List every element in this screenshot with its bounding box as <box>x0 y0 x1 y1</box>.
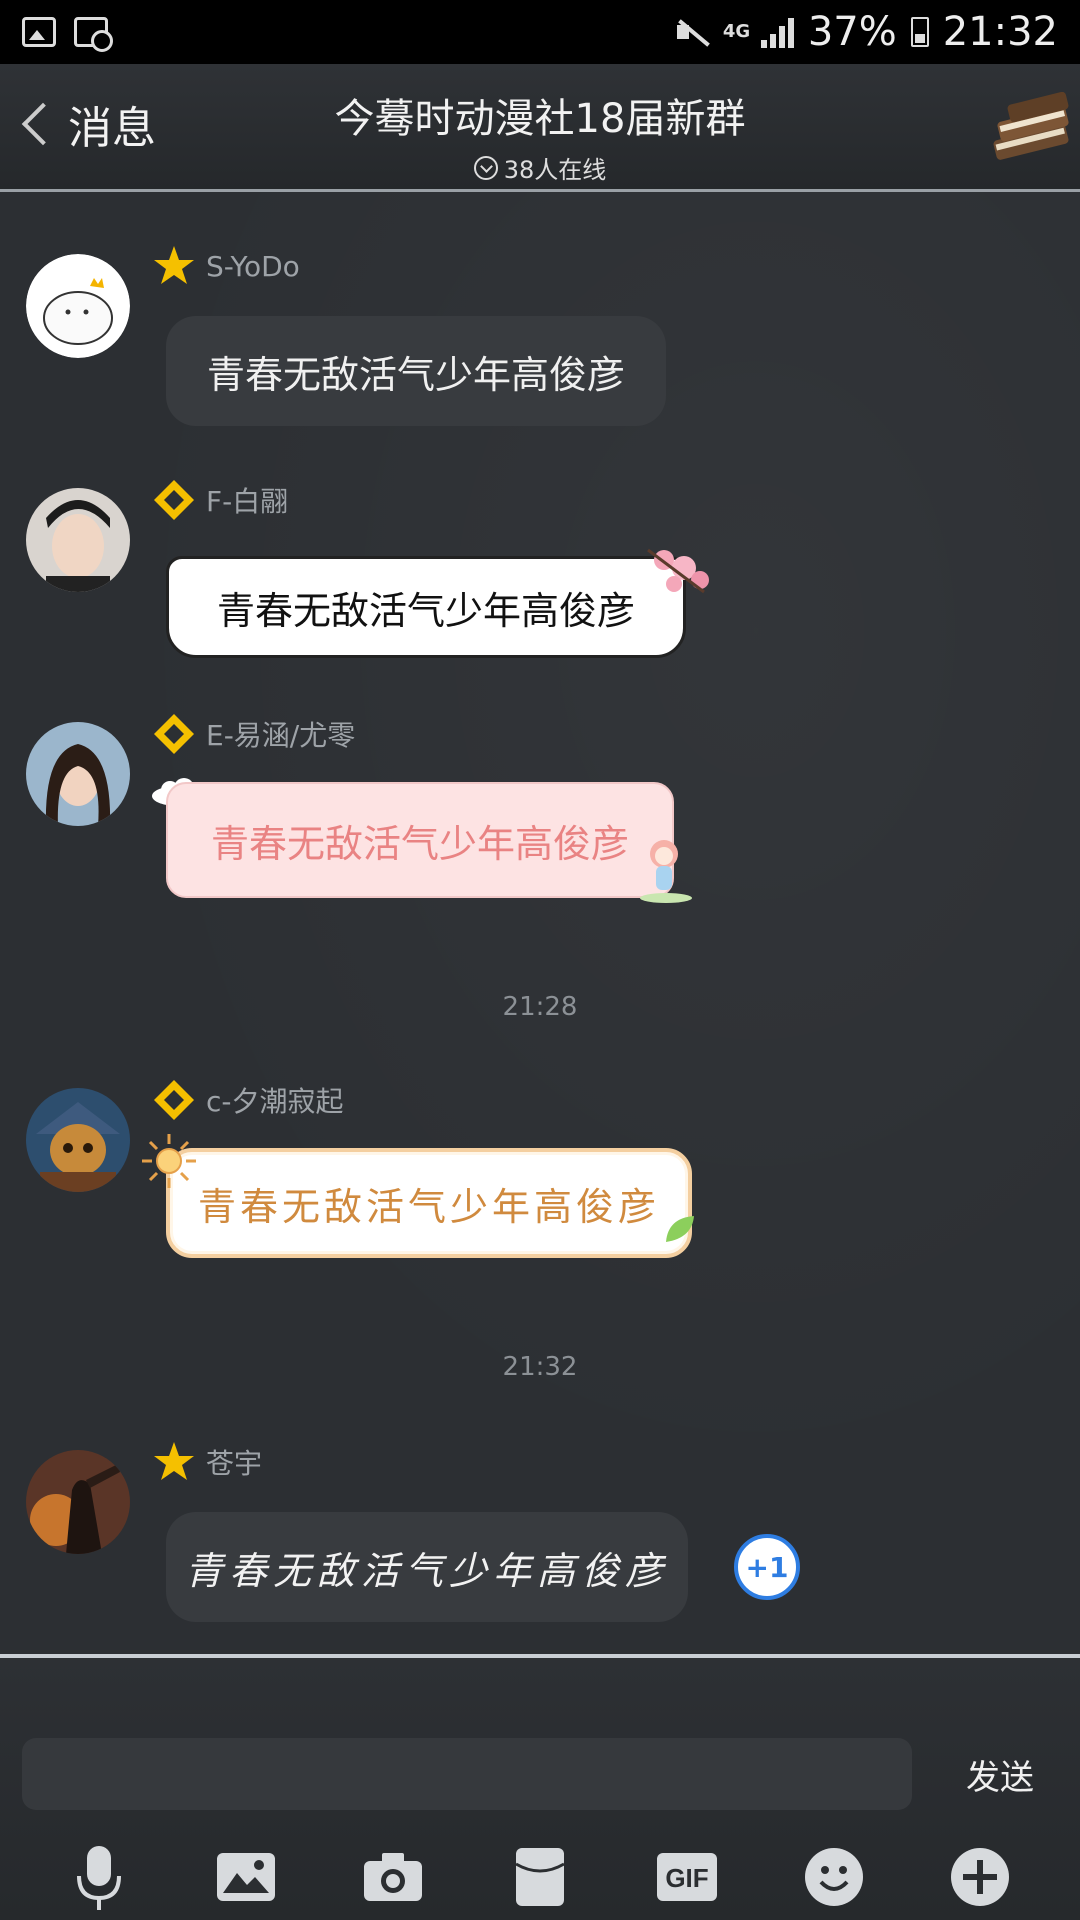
sender-name: E-易涵/尤零 <box>206 719 356 752</box>
sender-row: F-白翮 <box>152 478 288 522</box>
message-bubble[interactable]: 青春无敌活气少年高俊彦 <box>166 1512 688 1622</box>
avatar[interactable] <box>26 488 130 592</box>
group-title: 今蓦时动漫社18届新群 <box>334 96 746 142</box>
sender-name: c-夕潮寂起 <box>206 1085 344 1118</box>
sun-decoration-icon <box>142 1134 196 1188</box>
books-icon[interactable] <box>988 92 1074 162</box>
sender-name: S-YoDo <box>206 249 300 283</box>
voice-button[interactable] <box>64 1842 134 1912</box>
gif-icon: GIF <box>656 1853 717 1901</box>
network-type: 4G <box>722 21 751 42</box>
mute-icon <box>675 17 709 47</box>
star-badge-icon <box>154 246 194 284</box>
diamond-badge-icon <box>154 480 194 520</box>
emoji-button[interactable] <box>799 1842 869 1912</box>
title-block[interactable]: 今蓦时动漫社18届新群 38人在线 <box>0 86 1080 185</box>
gif-button[interactable]: GIF <box>652 1842 722 1912</box>
sender-name: 苍宇 <box>206 1447 263 1480</box>
message-text: 青春无敌活气少年高俊彦 <box>216 588 635 633</box>
send-button[interactable]: 发送 <box>940 1742 1060 1806</box>
svg-text:GIF: GIF <box>665 1863 708 1893</box>
camera-button[interactable] <box>358 1842 428 1912</box>
message-text: 青春无敌活气少年高俊彦 <box>210 821 629 866</box>
sender-row: 苍宇 <box>152 1440 262 1484</box>
chat-header: 消息 今蓦时动漫社18届新群 38人在线 <box>0 64 1080 192</box>
sender-row: c-夕潮寂起 <box>152 1078 344 1122</box>
blossom-decoration-icon <box>647 548 709 594</box>
message-text: 青春无敌活气少年高俊彦 <box>184 1548 669 1593</box>
message-bubble[interactable]: 青春无敌活气少年高俊彦 <box>166 782 674 898</box>
battery-percent: 37% <box>807 9 897 55</box>
avatar[interactable] <box>26 1450 130 1554</box>
online-count-row[interactable]: 38人在线 <box>0 150 1080 185</box>
smiley-icon <box>804 1848 863 1906</box>
chevron-down-circle-icon <box>473 155 498 180</box>
girl-sticker-icon <box>640 840 692 903</box>
plus-one-button[interactable]: +1 <box>734 1534 800 1600</box>
timestamp: 21:28 <box>502 992 578 1022</box>
message-list[interactable]: S-YoDo 青春无敌活气少年高俊彦 F-白翮 青春无敌活气少年高俊彦 E-易涵… <box>0 192 1080 1654</box>
sender-row: E-易涵/尤零 <box>152 712 355 756</box>
diamond-badge-icon <box>154 714 194 754</box>
gallery-notification-icon <box>22 17 56 47</box>
message-bubble[interactable]: 青春无敌活气少年高俊彦 <box>166 1148 692 1258</box>
message-input[interactable] <box>22 1738 912 1810</box>
message-text: 青春无敌活气少年高俊彦 <box>206 352 625 397</box>
avatar[interactable] <box>26 254 130 358</box>
sender-name: F-白翮 <box>206 485 289 518</box>
message-text: 青春无敌活气少年高俊彦 <box>197 1184 660 1229</box>
sender-row: S-YoDo <box>152 244 300 288</box>
camera-icon <box>364 1853 423 1901</box>
timestamp: 21:32 <box>502 1352 578 1382</box>
image-icon <box>217 1853 276 1901</box>
avatar[interactable] <box>26 722 130 826</box>
gallery-button[interactable] <box>211 1842 281 1912</box>
scheduled-notification-icon <box>74 17 113 52</box>
more-button[interactable] <box>945 1842 1015 1912</box>
signal-icon <box>760 16 794 48</box>
battery-icon <box>910 17 929 47</box>
red-packet-button[interactable] <box>505 1842 575 1912</box>
online-count: 38人在线 <box>503 156 607 184</box>
message-bubble[interactable]: 青春无敌活气少年高俊彦 <box>166 316 666 426</box>
leaf-decoration-icon <box>666 1216 694 1242</box>
red-packet-icon <box>515 1848 565 1906</box>
clock: 21:32 <box>942 9 1058 55</box>
diamond-badge-icon <box>154 1080 194 1120</box>
status-bar: 4G 37% 21:32 <box>0 0 1080 64</box>
input-area: 发送 GIF <box>0 1654 1080 1920</box>
plus-circle-icon <box>951 1848 1010 1906</box>
input-toolbar: GIF <box>0 1834 1080 1920</box>
star-badge-icon <box>154 1442 194 1480</box>
message-bubble[interactable]: 青春无敌活气少年高俊彦 <box>166 556 686 658</box>
microphone-icon <box>77 1846 122 1910</box>
avatar[interactable] <box>26 1088 130 1192</box>
